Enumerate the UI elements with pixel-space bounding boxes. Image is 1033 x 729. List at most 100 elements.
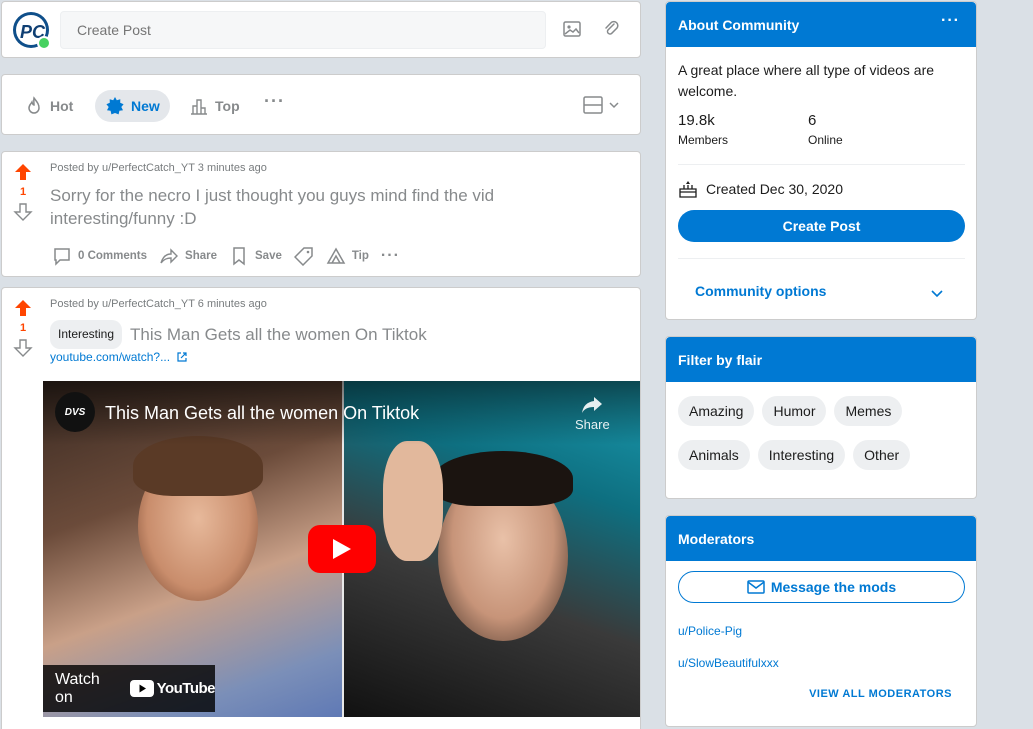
- chevron-down-icon: [609, 102, 619, 109]
- moderators-header: Moderators: [666, 516, 976, 561]
- post-card[interactable]: 1 Posted by u/PerfectCatch_YT 3 minutes …: [1, 151, 641, 277]
- sort-new-label: New: [131, 98, 160, 114]
- sort-bar: Hot New Top ···: [1, 74, 641, 135]
- post-link-text[interactable]: youtube.com/watch?...: [50, 350, 170, 364]
- chevron-down-icon: [931, 290, 943, 298]
- moderator-link[interactable]: u/Police-Pig: [678, 624, 742, 638]
- online-count: 6: [808, 112, 817, 129]
- downvote-icon[interactable]: [13, 202, 33, 222]
- post-title-row[interactable]: Interesting This Man Gets all the women O…: [50, 320, 630, 349]
- flair-humor[interactable]: Humor: [762, 396, 827, 426]
- post-title[interactable]: This Man Gets all the women On Tiktok: [130, 325, 427, 344]
- video-share-button[interactable]: Share: [575, 395, 610, 432]
- link-icon[interactable]: [602, 19, 622, 39]
- burst-icon: [106, 97, 124, 115]
- message-mods-label: Message the mods: [770, 579, 897, 595]
- about-community-title: About Community: [678, 17, 800, 33]
- sort-more-button[interactable]: ···: [264, 91, 285, 112]
- top-chart-icon: [191, 99, 207, 115]
- tip-label: Tip: [351, 250, 369, 262]
- watch-on-label: Watch on: [55, 670, 100, 706]
- card-view-icon: [583, 96, 603, 114]
- youtube-icon: [129, 680, 154, 697]
- view-toggle-button[interactable]: [582, 95, 620, 115]
- flair-amazing[interactable]: Amazing: [678, 396, 755, 426]
- members-label: Members: [678, 133, 729, 147]
- channel-logo[interactable]: DVS: [55, 392, 95, 432]
- members-count: 19.8k: [678, 112, 715, 129]
- downvote-icon[interactable]: [13, 338, 33, 358]
- flair-interesting[interactable]: Interesting: [757, 440, 846, 470]
- save-button[interactable]: Save: [229, 246, 282, 266]
- post-card[interactable]: 1 Posted by u/PerfectCatch_YT 6 minutes …: [1, 287, 641, 729]
- filter-by-flair-card: Filter by flair Amazing Humor Memes Anim…: [665, 336, 977, 499]
- external-link-icon: [177, 352, 187, 362]
- vote-column: 1: [12, 298, 34, 358]
- tag-icon: [293, 247, 313, 266]
- youtube-label: YouTube: [156, 680, 216, 697]
- comments-label: 0 Comments: [78, 250, 148, 262]
- filter-by-flair-title: Filter by flair: [678, 352, 763, 368]
- message-mods-button[interactable]: Message the mods: [678, 571, 965, 603]
- video-title[interactable]: This Man Gets all the women On Tiktok: [105, 403, 419, 424]
- play-icon: [333, 539, 351, 559]
- comment-icon: [54, 248, 70, 266]
- save-label: Save: [255, 250, 282, 262]
- video-share-label: Share: [575, 417, 610, 432]
- view-all-moderators-link[interactable]: VIEW ALL MODERATORS: [809, 688, 952, 700]
- online-label: Online: [808, 133, 843, 147]
- vote-column: 1: [12, 162, 34, 222]
- post-title[interactable]: Sorry for the necro I just thought you g…: [50, 184, 610, 230]
- community-options-button[interactable]: Community options: [695, 283, 826, 299]
- mail-icon: [747, 580, 765, 594]
- share-arrow-icon: [582, 397, 603, 413]
- comments-button[interactable]: 0 Comments: [52, 246, 147, 266]
- sort-hot-button[interactable]: Hot: [14, 90, 83, 122]
- post-actions: 0 Comments Share Save Tip ···: [52, 246, 400, 266]
- share-button[interactable]: Share: [159, 246, 217, 266]
- sort-top-button[interactable]: Top: [179, 90, 250, 122]
- flair-list: Amazing Humor Memes Animals Interesting …: [678, 396, 968, 470]
- community-options-toggle[interactable]: [930, 286, 944, 300]
- upvote-icon[interactable]: [13, 298, 33, 318]
- tip-button[interactable]: Tip: [326, 246, 369, 266]
- tag-button[interactable]: [293, 246, 314, 266]
- share-icon: [160, 248, 179, 264]
- flame-icon: [28, 96, 40, 114]
- post-link[interactable]: youtube.com/watch?...: [50, 350, 188, 364]
- video-embed[interactable]: DVS This Man Gets all the women On Tikto…: [43, 381, 640, 717]
- sidebar-create-post-button[interactable]: Create Post: [678, 210, 965, 242]
- post-flair[interactable]: Interesting: [50, 320, 123, 349]
- about-more-button[interactable]: ···: [941, 12, 960, 30]
- moderators-title: Moderators: [678, 531, 755, 547]
- create-post-bar: PC: [1, 1, 641, 58]
- flair-memes[interactable]: Memes: [834, 396, 903, 426]
- user-avatar[interactable]: PC: [12, 11, 52, 51]
- divider: [678, 258, 965, 259]
- about-community-card: About Community ··· A great place where …: [665, 1, 977, 320]
- youtube-logo: YouTube: [129, 680, 216, 697]
- moderator-link[interactable]: u/SlowBeautifulxxx: [678, 656, 779, 670]
- share-label: Share: [185, 250, 217, 262]
- create-post-input[interactable]: [60, 11, 546, 49]
- post-meta: Posted by u/PerfectCatch_YT 6 minutes ag…: [50, 298, 267, 310]
- flair-animals[interactable]: Animals: [678, 440, 750, 470]
- image-upload-icon[interactable]: [562, 19, 582, 39]
- divider: [678, 164, 965, 165]
- moderators-card: Moderators Message the mods u/Police-Pig…: [665, 515, 977, 727]
- cake-icon: [679, 181, 697, 198]
- play-button[interactable]: [308, 525, 376, 573]
- post-score: 1: [19, 322, 27, 334]
- upvote-icon[interactable]: [13, 162, 33, 182]
- sort-new-button[interactable]: New: [95, 90, 170, 122]
- post-score: 1: [19, 186, 27, 198]
- flair-other[interactable]: Other: [853, 440, 911, 470]
- sort-hot-label: Hot: [50, 98, 74, 114]
- filter-by-flair-header: Filter by flair: [666, 337, 976, 382]
- bookmark-icon: [233, 247, 245, 266]
- members-stat: 19.8k Members: [678, 112, 728, 147]
- post-more-button[interactable]: ···: [381, 247, 400, 265]
- tip-icon: [326, 247, 346, 264]
- created-label: Created Dec 30, 2020: [706, 181, 843, 197]
- watch-on-youtube-button[interactable]: Watch on YouTube: [43, 665, 216, 712]
